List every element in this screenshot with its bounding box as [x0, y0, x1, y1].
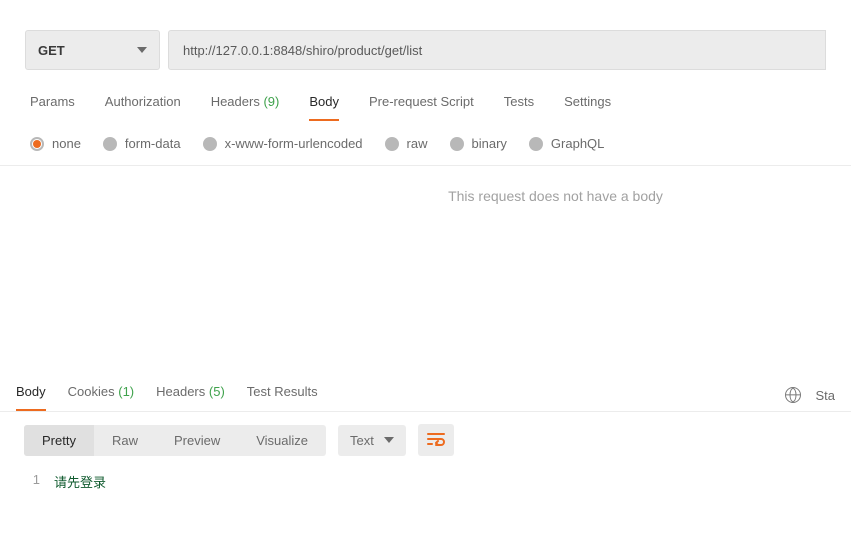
status-label: Sta: [815, 388, 835, 403]
body-type-form-data-label: form-data: [125, 136, 181, 151]
url-text: http://127.0.0.1:8848/shiro/product/get/…: [183, 43, 422, 58]
tab-headers-count: (9): [263, 94, 279, 109]
body-type-raw-label: raw: [407, 136, 428, 151]
response-tab-headers-label: Headers: [156, 384, 205, 399]
body-type-raw[interactable]: raw: [385, 136, 428, 151]
radio-icon: [450, 137, 464, 151]
wrap-icon: [427, 432, 445, 449]
body-type-binary-label: binary: [472, 136, 507, 151]
view-pretty-button[interactable]: Pretty: [24, 425, 94, 456]
response-tab-body[interactable]: Body: [16, 374, 46, 411]
radio-icon: [103, 137, 117, 151]
globe-icon[interactable]: [785, 387, 801, 403]
body-type-none-label: none: [52, 136, 81, 151]
body-spacer: [0, 204, 851, 374]
tab-tests[interactable]: Tests: [504, 86, 534, 121]
radio-icon: [30, 137, 44, 151]
tab-headers-label: Headers: [211, 94, 260, 109]
radio-icon: [203, 137, 217, 151]
tab-settings[interactable]: Settings: [564, 86, 611, 121]
body-type-none[interactable]: none: [30, 136, 81, 151]
tab-authorization[interactable]: Authorization: [105, 86, 181, 121]
response-tab-cookies-label: Cookies: [68, 384, 115, 399]
body-type-binary[interactable]: binary: [450, 136, 507, 151]
method-select[interactable]: GET: [25, 30, 160, 70]
response-toolbar: Pretty Raw Preview Visualize Text: [0, 412, 851, 468]
line-content: 请先登录: [54, 472, 106, 491]
response-tab-headers-count: (5): [209, 384, 225, 399]
tab-prerequest[interactable]: Pre-request Script: [369, 86, 474, 121]
response-body: 1 请先登录: [0, 468, 851, 495]
response-tab-cookies-count: (1): [118, 384, 134, 399]
line-number: 1: [24, 472, 54, 491]
response-status-area: Sta: [785, 387, 835, 411]
body-type-graphql[interactable]: GraphQL: [529, 136, 604, 151]
view-preview-button[interactable]: Preview: [156, 425, 238, 456]
chevron-down-icon: [137, 47, 147, 53]
method-label: GET: [38, 43, 65, 58]
no-body-message: This request does not have a body: [260, 166, 851, 204]
body-type-row: none form-data x-www-form-urlencoded raw…: [0, 122, 851, 166]
view-visualize-button[interactable]: Visualize: [238, 425, 326, 456]
response-tab-test-results[interactable]: Test Results: [247, 374, 318, 411]
tab-body[interactable]: Body: [309, 86, 339, 121]
body-type-urlencoded[interactable]: x-www-form-urlencoded: [203, 136, 363, 151]
response-tabs: Body Cookies (1) Headers (5) Test Result…: [16, 374, 318, 411]
body-type-graphql-label: GraphQL: [551, 136, 604, 151]
request-row: GET http://127.0.0.1:8848/shiro/product/…: [0, 0, 851, 86]
response-tab-cookies[interactable]: Cookies (1): [68, 374, 134, 411]
request-tabs: Params Authorization Headers (9) Body Pr…: [0, 86, 851, 122]
wrap-lines-button[interactable]: [418, 424, 454, 456]
url-input[interactable]: http://127.0.0.1:8848/shiro/product/get/…: [168, 30, 826, 70]
chevron-down-icon: [384, 437, 394, 443]
tab-params[interactable]: Params: [30, 86, 75, 121]
body-type-form-data[interactable]: form-data: [103, 136, 181, 151]
body-type-urlencoded-label: x-www-form-urlencoded: [225, 136, 363, 151]
radio-icon: [385, 137, 399, 151]
response-tab-headers[interactable]: Headers (5): [156, 374, 225, 411]
view-raw-button[interactable]: Raw: [94, 425, 156, 456]
format-label: Text: [350, 433, 374, 448]
format-select[interactable]: Text: [338, 425, 406, 456]
response-header: Body Cookies (1) Headers (5) Test Result…: [0, 374, 851, 412]
radio-icon: [529, 137, 543, 151]
view-mode-group: Pretty Raw Preview Visualize: [24, 425, 326, 456]
tab-headers[interactable]: Headers (9): [211, 86, 280, 121]
